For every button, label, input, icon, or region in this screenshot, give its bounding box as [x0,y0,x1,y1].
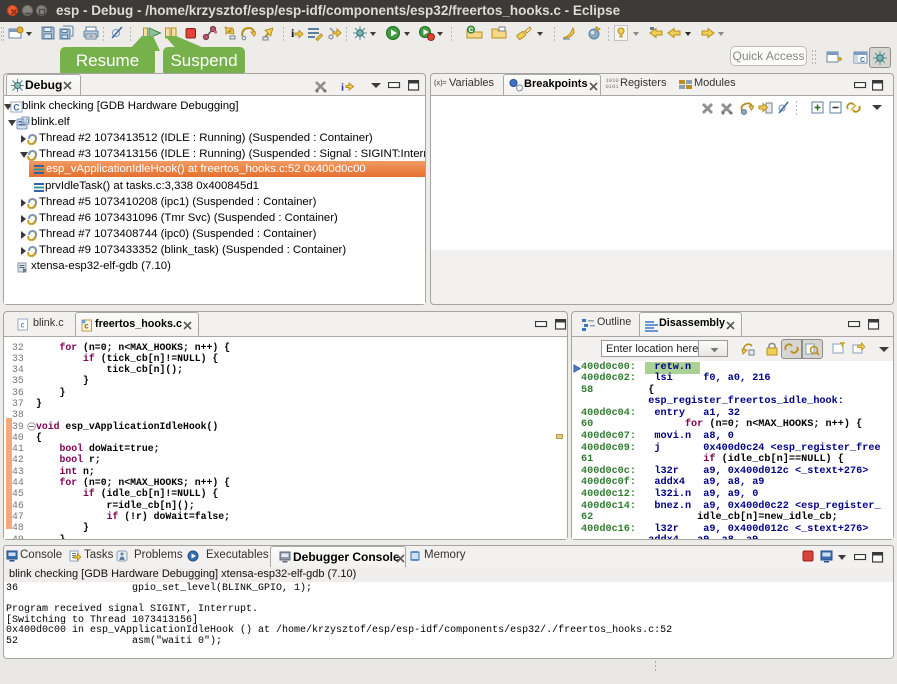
svg-text:c: c [21,321,25,330]
svg-text:C: C [860,57,865,64]
svg-text:i: i [291,26,295,40]
svg-text:C: C [13,103,20,113]
svg-text:10: 10 [22,119,29,125]
svg-text:c: c [84,322,89,331]
svg-text:i: i [341,82,344,94]
svg-text:C: C [469,27,474,34]
